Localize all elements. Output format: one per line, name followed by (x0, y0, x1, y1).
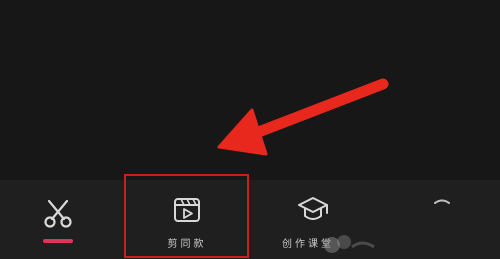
app-screen: 剪同款 创作课堂 (0, 0, 500, 259)
tab-more[interactable] (410, 180, 480, 259)
bottom-tab-bar: 剪同款 创作课堂 (0, 180, 500, 259)
content-area (0, 0, 500, 180)
tab-template[interactable]: 剪同款 (126, 180, 248, 259)
scissors-icon (44, 199, 72, 228)
tab-cut[interactable] (18, 180, 100, 259)
graduation-cap-icon (298, 197, 328, 220)
tab-course[interactable]: 创作课堂 (268, 180, 368, 259)
tab-course-label: 创作课堂 (282, 239, 334, 250)
active-tab-indicator (43, 239, 73, 243)
tab-template-label: 剪同款 (167, 239, 207, 250)
more-icon (434, 199, 450, 204)
video-template-icon (174, 198, 200, 222)
